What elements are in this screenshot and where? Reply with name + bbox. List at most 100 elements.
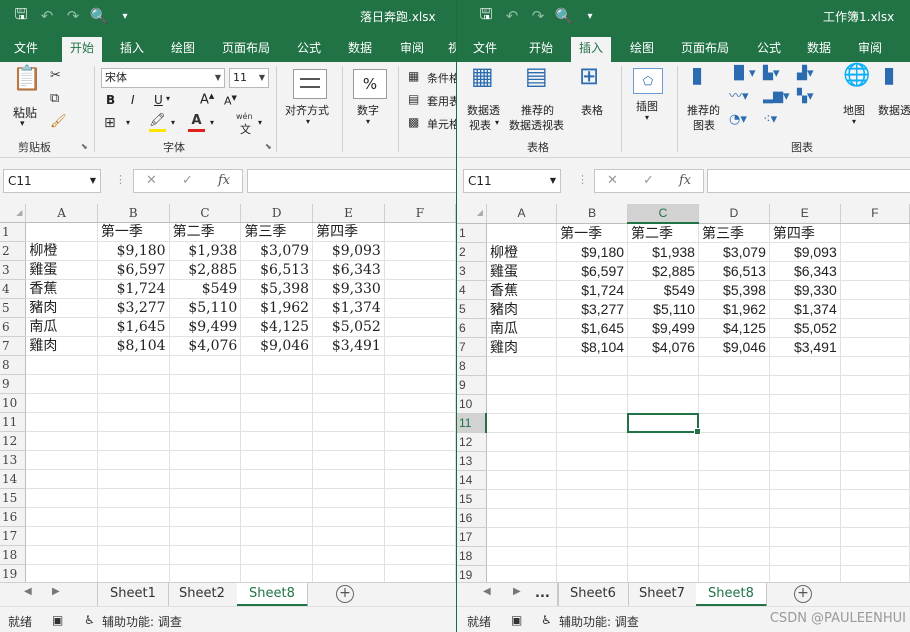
cell-d2[interactable]: $3,079 xyxy=(698,242,770,262)
cell-a19[interactable] xyxy=(486,565,558,582)
recommended-pivot-icon[interactable]: ▤ xyxy=(525,64,548,88)
row-header[interactable]: 4 xyxy=(0,279,27,299)
cell-c9[interactable] xyxy=(627,375,699,395)
cell-e10[interactable] xyxy=(312,393,385,413)
cell-f7[interactable] xyxy=(384,336,456,356)
cell-f18[interactable] xyxy=(840,546,910,566)
pivot-dropdown-icon[interactable]: ▾ xyxy=(495,118,499,127)
cell-b4[interactable]: $1,724 xyxy=(556,280,629,300)
column-header-e[interactable]: E xyxy=(312,204,385,223)
cell-f3[interactable] xyxy=(840,261,910,281)
cell-b11[interactable] xyxy=(97,412,170,432)
increase-font-icon[interactable]: A▲ xyxy=(200,92,214,107)
cell-a9[interactable] xyxy=(25,374,98,394)
cell-e6[interactable]: $5,052 xyxy=(312,317,385,337)
cell-a4[interactable]: 香蕉 xyxy=(486,280,558,300)
sheet-tab-sheet1[interactable]: Sheet1 xyxy=(97,583,169,607)
column-header-f[interactable]: F xyxy=(384,204,456,223)
cell-b3[interactable]: $6,597 xyxy=(97,260,170,280)
cell-d5[interactable]: $1,962 xyxy=(698,299,770,319)
add-sheet-icon[interactable]: + xyxy=(336,585,354,603)
cell-e4[interactable]: $9,330 xyxy=(312,279,385,299)
cell-c2[interactable]: $1,938 xyxy=(627,242,699,262)
scroll-left-icon[interactable]: ◀ xyxy=(483,586,491,597)
row-header[interactable]: 1 xyxy=(457,223,487,243)
cell-f16[interactable] xyxy=(840,508,910,528)
cell-b15[interactable] xyxy=(556,489,629,509)
cell-e3[interactable]: $6,343 xyxy=(312,260,385,280)
illustrations-dropdown-icon[interactable]: ▾ xyxy=(645,113,649,122)
cell-c8[interactable] xyxy=(627,356,699,376)
row-header[interactable]: 19 xyxy=(457,565,487,582)
font-color-icon[interactable]: A xyxy=(188,113,205,132)
cell-b11[interactable] xyxy=(556,413,629,433)
save-icon[interactable]: 🖫 xyxy=(8,4,34,29)
cell-d4[interactable]: $5,398 xyxy=(698,280,770,300)
cell-d15[interactable] xyxy=(240,488,314,508)
row-header[interactable]: 10 xyxy=(457,394,487,414)
print-preview-icon[interactable]: 🔍 xyxy=(551,7,577,25)
column-header-e[interactable]: E xyxy=(769,204,841,224)
phonetic-dropdown-icon[interactable]: ▾ xyxy=(258,118,262,127)
cell-f15[interactable] xyxy=(384,488,456,508)
column-header-c[interactable]: C xyxy=(627,204,699,224)
cell-a11[interactable] xyxy=(25,412,98,432)
cell-e9[interactable] xyxy=(312,374,385,394)
cell-c3[interactable]: $2,885 xyxy=(169,260,242,280)
cell-a17[interactable] xyxy=(486,527,558,547)
cell-e18[interactable] xyxy=(312,545,385,565)
tab-insert[interactable]: 插入 xyxy=(571,37,612,62)
tab-home[interactable]: 开始 xyxy=(529,37,553,62)
cell-styles-icon[interactable]: ▩ xyxy=(408,114,419,130)
cut-icon[interactable]: ✂ xyxy=(50,68,61,84)
pivot-chart-icon[interactable]: ▮ xyxy=(883,65,895,87)
cell-e4[interactable]: $9,330 xyxy=(769,280,841,300)
cell-d10[interactable] xyxy=(240,393,314,413)
cell-d6[interactable]: $4,125 xyxy=(240,317,314,337)
cell-a19[interactable] xyxy=(25,564,98,582)
row-header[interactable]: 15 xyxy=(0,488,27,508)
cell-e15[interactable] xyxy=(769,489,841,509)
row-header[interactable]: 5 xyxy=(0,298,27,318)
undo-icon[interactable]: ↶ xyxy=(499,7,525,25)
cell-a14[interactable] xyxy=(486,470,558,490)
cell-d14[interactable] xyxy=(698,470,770,490)
cell-e9[interactable] xyxy=(769,375,841,395)
row-header[interactable]: 8 xyxy=(457,356,487,376)
cell-c12[interactable] xyxy=(169,431,242,451)
conditional-format-icon[interactable]: ▦ xyxy=(408,68,419,84)
row-header[interactable]: 11 xyxy=(457,413,488,433)
font-color-dropdown-icon[interactable]: ▾ xyxy=(210,118,214,127)
map-button[interactable]: 地图 xyxy=(843,102,865,118)
row-header[interactable]: 4 xyxy=(457,280,487,300)
cell-c4[interactable]: $549 xyxy=(627,280,699,300)
cell-c19[interactable] xyxy=(169,564,242,582)
cell-d17[interactable] xyxy=(698,527,770,547)
row-header[interactable]: 9 xyxy=(457,375,487,395)
accessibility-icon[interactable]: ♿ xyxy=(541,613,552,627)
enter-icon[interactable]: ✓ xyxy=(643,173,654,188)
cell-c14[interactable] xyxy=(169,469,242,489)
column-chart-icon[interactable]: ▐▌▾ xyxy=(729,66,756,82)
customize-toolbar-icon[interactable]: ▾ xyxy=(112,11,138,22)
cell-b9[interactable] xyxy=(97,374,170,394)
cell-f12[interactable] xyxy=(840,432,910,452)
recommended-pivot-button[interactable]: 推荐的 xyxy=(521,102,554,118)
cell-f3[interactable] xyxy=(384,260,456,280)
cell-b9[interactable] xyxy=(556,375,629,395)
cell-b16[interactable] xyxy=(556,508,629,528)
cell-a17[interactable] xyxy=(25,526,98,546)
pivot-table-button[interactable]: 数据透 xyxy=(467,102,500,118)
more-sheets-button[interactable]: ... xyxy=(527,583,559,607)
cell-c6[interactable]: $9,499 xyxy=(169,317,242,337)
cell-c12[interactable] xyxy=(627,432,699,452)
tab-view[interactable]: 视 xyxy=(448,37,456,62)
column-header-b[interactable]: B xyxy=(97,204,170,223)
cell-f8[interactable] xyxy=(840,356,910,376)
cell-f9[interactable] xyxy=(840,375,910,395)
cell-c15[interactable] xyxy=(169,488,242,508)
row-header[interactable]: 15 xyxy=(457,489,487,509)
cell-c10[interactable] xyxy=(627,394,699,414)
cell-f19[interactable] xyxy=(384,564,456,582)
cell-b8[interactable] xyxy=(556,356,629,376)
